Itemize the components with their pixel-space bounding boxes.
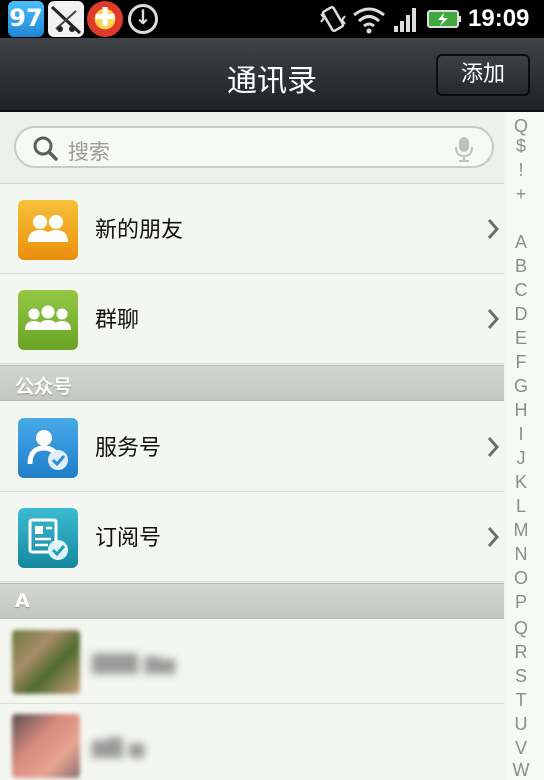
group-chat-icon bbox=[18, 290, 78, 350]
search-area: 搜索 bbox=[0, 112, 504, 184]
index-item[interactable]: ! bbox=[506, 160, 536, 181]
index-item[interactable]: U bbox=[506, 714, 536, 735]
signal-icon bbox=[394, 8, 416, 32]
chevron-right-icon bbox=[487, 527, 500, 547]
index-item[interactable]: O bbox=[506, 568, 536, 589]
contact-name: ▇▇▇ ▆▅ bbox=[92, 650, 176, 674]
index-item[interactable]: Q bbox=[506, 116, 536, 137]
index-item[interactable]: M bbox=[506, 520, 536, 541]
index-item[interactable]: T bbox=[506, 690, 536, 711]
search-placeholder: 搜索 bbox=[68, 140, 110, 164]
index-item[interactable]: $ bbox=[506, 136, 536, 157]
section-title: A bbox=[15, 590, 30, 612]
plus-app-icon: ✚ bbox=[87, 1, 123, 37]
weather-app-icon: 97 bbox=[8, 1, 44, 37]
app1-glyph: 97 bbox=[9, 4, 43, 32]
index-item[interactable]: B bbox=[506, 256, 536, 277]
search-icon bbox=[33, 136, 58, 161]
index-item[interactable]: H bbox=[506, 400, 536, 421]
index-item[interactable]: P bbox=[506, 592, 536, 613]
avatar bbox=[12, 630, 80, 694]
plus-app-glyph: ✚ bbox=[94, 3, 116, 33]
download-glyph: ↓ bbox=[134, 5, 152, 29]
service-account-label: 服务号 bbox=[95, 436, 162, 461]
group-chat-row[interactable]: 群聊 bbox=[0, 274, 504, 364]
index-item[interactable]: E bbox=[506, 328, 536, 349]
index-item[interactable]: A bbox=[506, 232, 536, 253]
index-item[interactable]: Q bbox=[506, 618, 536, 639]
chevron-right-icon bbox=[487, 219, 500, 239]
avatar bbox=[12, 714, 80, 778]
index-item[interactable]: G bbox=[506, 376, 536, 397]
status-time: 19:09 bbox=[468, 5, 530, 32]
subscription-account-drawing bbox=[28, 518, 68, 560]
index-item[interactable]: I bbox=[506, 424, 536, 445]
group-chat-label: 群聊 bbox=[95, 308, 140, 333]
title-bar: 通讯录 添加 bbox=[0, 38, 544, 112]
index-item[interactable]: V bbox=[506, 738, 536, 759]
status-bar: 97 ✚ ↓ 19:09 bbox=[0, 0, 544, 38]
download-icon: ↓ bbox=[128, 4, 158, 34]
chevron-right-icon bbox=[487, 437, 500, 457]
index-item[interactable]: N bbox=[506, 544, 536, 565]
new-friends-row[interactable]: 新的朋友 bbox=[0, 184, 504, 274]
contact-name: ▆▇ ▅ bbox=[92, 734, 145, 758]
add-button[interactable]: 添加 bbox=[436, 54, 530, 96]
subscription-account-row[interactable]: 订阅号 bbox=[0, 492, 504, 582]
microphone-icon[interactable] bbox=[454, 135, 474, 163]
index-item[interactable]: R bbox=[506, 642, 536, 663]
new-friends-icon bbox=[18, 200, 78, 260]
game-app-drawing bbox=[50, 5, 82, 35]
vibrate-icon bbox=[320, 5, 346, 33]
index-item[interactable]: + bbox=[506, 184, 536, 205]
subscription-account-icon bbox=[18, 508, 78, 568]
battery-charging-icon bbox=[427, 10, 461, 28]
index-item[interactable]: J bbox=[506, 448, 536, 469]
index-item[interactable]: K bbox=[506, 472, 536, 493]
new-friends-label: 新的朋友 bbox=[95, 218, 184, 243]
service-account-row[interactable]: 服务号 bbox=[0, 402, 504, 492]
section-header-official-accounts: 公众号 bbox=[0, 365, 504, 401]
alphabet-index-bar[interactable]: Q $ ! + A B C D E F G H I J K L M N O P … bbox=[506, 112, 544, 780]
index-item[interactable]: S bbox=[506, 666, 536, 687]
wifi-icon bbox=[353, 7, 385, 34]
contact-row[interactable]: ▆▇ ▅ bbox=[0, 704, 504, 780]
subscription-account-label: 订阅号 bbox=[95, 526, 162, 551]
section-header-a: A bbox=[0, 583, 504, 619]
contact-row[interactable]: ▇▇▇ ▆▅ bbox=[0, 620, 504, 704]
search-input[interactable]: 搜索 bbox=[14, 126, 494, 168]
index-item[interactable]: F bbox=[506, 352, 536, 373]
index-item[interactable]: L bbox=[506, 496, 536, 517]
index-item[interactable]: C bbox=[506, 280, 536, 301]
index-item[interactable]: W bbox=[506, 760, 536, 780]
new-friends-drawing bbox=[28, 215, 68, 242]
service-account-drawing bbox=[27, 430, 68, 470]
chevron-right-icon bbox=[487, 309, 500, 329]
game-app-icon bbox=[48, 1, 84, 37]
section-title: 公众号 bbox=[15, 376, 73, 398]
index-item[interactable]: D bbox=[506, 304, 536, 325]
group-chat-drawing bbox=[25, 305, 71, 330]
service-account-icon bbox=[18, 418, 78, 478]
